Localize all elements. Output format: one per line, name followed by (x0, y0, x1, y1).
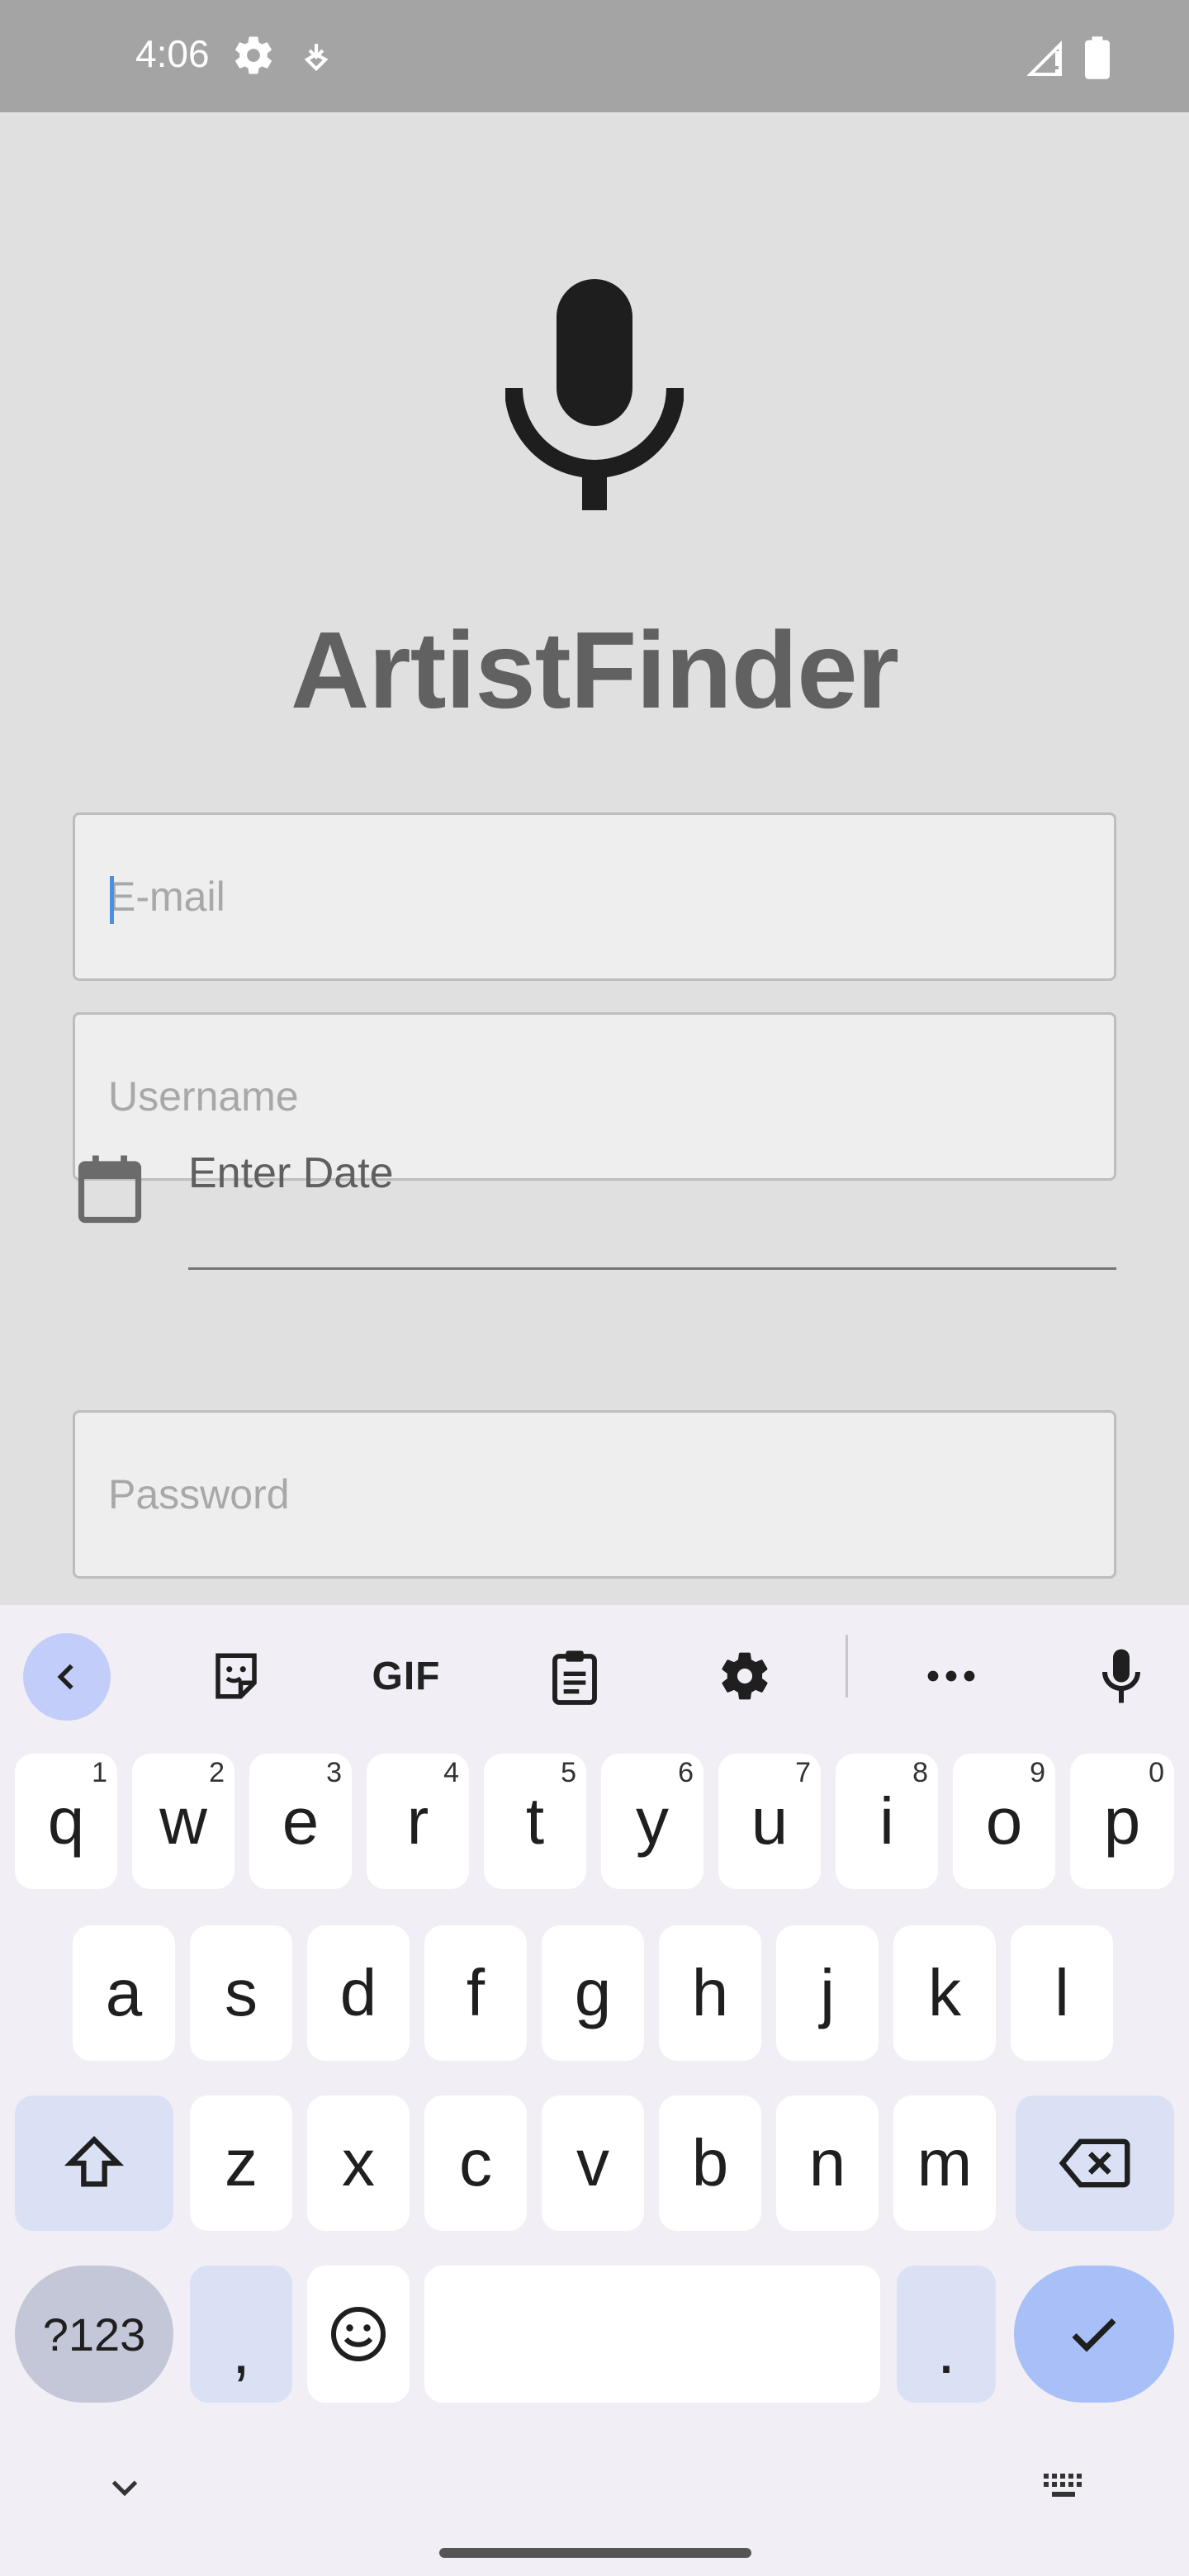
key-q[interactable]: q1 (15, 1754, 117, 1889)
toolbar-divider (846, 1635, 848, 1698)
email-input[interactable] (108, 815, 1082, 978)
key-a[interactable]: a (73, 1925, 175, 2061)
keyboard-switch-icon[interactable] (1040, 2469, 1090, 2505)
signup-screen: ArtistFinder (0, 112, 1189, 1605)
backspace-icon (1059, 2138, 1130, 2188)
emoji-icon (331, 2307, 386, 2361)
key-i[interactable]: i8 (836, 1754, 938, 1889)
key-t[interactable]: t5 (484, 1754, 586, 1889)
gif-button[interactable]: GIF (357, 1635, 456, 1717)
sticker-icon[interactable] (195, 1635, 277, 1717)
status-bar: 4:06 (0, 0, 1189, 112)
key-r[interactable]: r4 (367, 1754, 469, 1889)
key-j[interactable]: j (776, 1925, 879, 2061)
key-b[interactable]: b (659, 2095, 761, 2231)
key-u[interactable]: u7 (718, 1754, 821, 1889)
calendar-icon[interactable] (78, 1154, 142, 1224)
date-input[interactable] (188, 1131, 1116, 1270)
mic-icon[interactable] (1080, 1635, 1163, 1717)
chevron-down-icon[interactable] (102, 2465, 147, 2510)
home-gesture-handle[interactable] (439, 2548, 751, 2558)
backspace-key[interactable] (1016, 2095, 1174, 2231)
signal-icon (1027, 40, 1062, 76)
key-y[interactable]: y6 (601, 1754, 703, 1889)
key-x[interactable]: x (307, 2095, 410, 2231)
keyboard-toolbar: GIF (0, 1605, 1189, 1734)
space-key[interactable] (424, 2266, 880, 2403)
password-input[interactable] (108, 1413, 1082, 1576)
key-l[interactable]: l (1011, 1925, 1113, 2061)
key-z[interactable]: z (190, 2095, 292, 2231)
settings-gear-icon (235, 36, 272, 74)
download-icon (304, 44, 329, 72)
key-p[interactable]: p0 (1070, 1754, 1174, 1889)
key-h[interactable]: h (659, 1925, 761, 2061)
enter-key[interactable] (1014, 2266, 1174, 2403)
gear-icon[interactable] (703, 1635, 786, 1717)
emoji-key[interactable] (307, 2266, 410, 2403)
key-o[interactable]: o9 (953, 1754, 1055, 1889)
more-icon[interactable] (910, 1635, 992, 1717)
gif-label: GIF (372, 1654, 441, 1698)
battery-icon (1085, 36, 1110, 79)
key-period[interactable]: . (897, 2266, 996, 2403)
checkmark-icon (1072, 2318, 1116, 2352)
key-v[interactable]: v (542, 2095, 644, 2231)
key-e[interactable]: e3 (249, 1754, 352, 1889)
key-s[interactable]: s (190, 1925, 292, 2061)
clipboard-icon[interactable] (533, 1635, 616, 1717)
key-g[interactable]: g (542, 1925, 644, 2061)
email-field[interactable] (73, 812, 1116, 981)
key-m[interactable]: m (893, 2095, 996, 2231)
back-icon[interactable] (23, 1633, 111, 1721)
key-f[interactable]: f (424, 1925, 527, 2061)
key-comma[interactable]: , (190, 2266, 292, 2403)
keyboard-nav-bar (0, 2444, 1189, 2576)
key-d[interactable]: d (307, 1925, 410, 2061)
key-w[interactable]: w2 (132, 1754, 234, 1889)
password-field[interactable] (73, 1410, 1116, 1579)
symbols-key[interactable]: ?123 (15, 2266, 173, 2403)
app-title: ArtistFinder (290, 609, 899, 731)
microphone-icon (505, 279, 684, 510)
text-cursor (110, 876, 114, 924)
shift-icon (64, 2136, 125, 2187)
key-k[interactable]: k (893, 1925, 996, 2061)
key-c[interactable]: c (424, 2095, 527, 2231)
key-n[interactable]: n (776, 2095, 879, 2231)
date-field[interactable] (73, 1131, 1116, 1271)
status-time: 4:06 (135, 32, 210, 75)
shift-key[interactable] (15, 2095, 173, 2231)
soft-keyboard: GIF q 1 w 2 e 3 r 4 t 5 y 6 u 7 i 8 o 9 … (0, 1605, 1189, 2576)
